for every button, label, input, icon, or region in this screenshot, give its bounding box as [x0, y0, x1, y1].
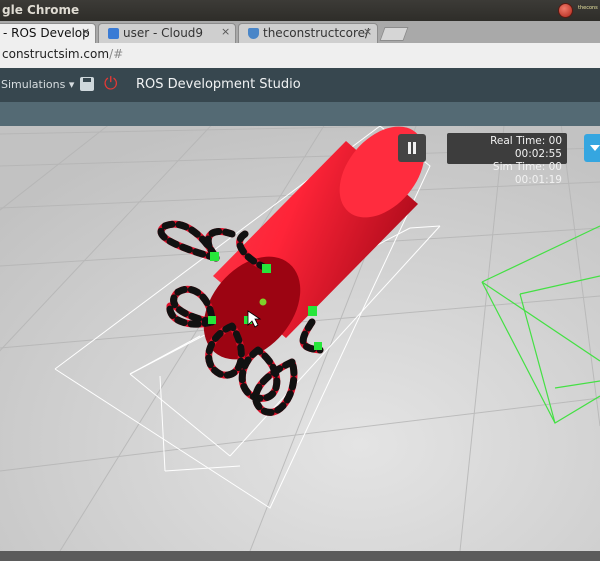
- tab-label: - ROS Develop: [3, 26, 90, 40]
- address-path: /#: [109, 47, 124, 61]
- app-title: ROS Development Studio: [136, 77, 301, 92]
- tab-close-icon[interactable]: ×: [81, 25, 90, 38]
- tab-close-icon[interactable]: ×: [221, 25, 230, 38]
- status-bar: [0, 551, 600, 561]
- pause-button[interactable]: [398, 134, 426, 162]
- toolbar-strip: [0, 102, 600, 126]
- cloud9-icon: [108, 28, 119, 39]
- chevron-down-icon: ▾: [68, 78, 75, 91]
- real-time-readout: Real Time: 00 00:02:55: [490, 135, 562, 160]
- gazebo-viewport[interactable]: Real Time: 00 00:02:55 Sim Time: 00 00:0…: [0, 126, 600, 551]
- tab-strip: - ROS Develop × user - Cloud9 × theconst…: [0, 21, 600, 43]
- sim-time-panel: Real Time: 00 00:02:55 Sim Time: 00 00:0…: [447, 133, 567, 186]
- address-bar[interactable]: constructsim.com/#: [0, 43, 600, 69]
- address-host: constructsim.com: [2, 47, 110, 61]
- new-tab-button[interactable]: [379, 27, 409, 41]
- power-icon[interactable]: ⏻: [104, 74, 117, 94]
- tab-cloud9[interactable]: user - Cloud9 ×: [98, 23, 236, 43]
- tab-label: user - Cloud9: [123, 26, 204, 40]
- window-close-icon[interactable]: [558, 3, 573, 18]
- save-icon[interactable]: [80, 77, 94, 91]
- app-header: Simulations ▾ ⏻ ROS Development Studio: [0, 68, 600, 102]
- panel-toggle-button[interactable]: [584, 134, 600, 162]
- window-titlebar: gle Chrome theconstruct: [0, 0, 600, 21]
- address-text[interactable]: constructsim.com/#: [2, 47, 123, 61]
- window-title: gle Chrome: [2, 3, 80, 17]
- simulations-menu-label: Simulations: [1, 78, 66, 91]
- profile-badge[interactable]: theconstruct: [578, 5, 598, 15]
- shield-icon: [248, 28, 259, 39]
- tab-close-icon[interactable]: ×: [363, 25, 372, 38]
- simulations-menu[interactable]: Simulations ▾: [1, 78, 74, 91]
- tab-ros-development[interactable]: - ROS Develop ×: [0, 23, 96, 43]
- sim-time-readout: Sim Time: 00 00:01:19: [492, 161, 562, 186]
- tab-label: theconstructcore/: [263, 26, 370, 40]
- simulation-scene: [0, 126, 600, 551]
- tab-theconstructcore[interactable]: theconstructcore/ ×: [238, 23, 378, 43]
